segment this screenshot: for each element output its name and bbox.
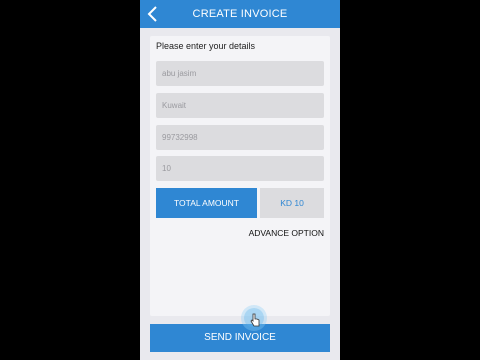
hand-pointer-icon	[249, 313, 261, 327]
amount-field[interactable]: 10	[156, 156, 324, 181]
phone-field[interactable]: 99732998	[156, 125, 324, 150]
name-field[interactable]: abu jasim	[156, 61, 324, 86]
page-title: CREATE INVOICE	[192, 8, 288, 20]
send-invoice-button[interactable]: SEND INVOICE	[150, 324, 330, 352]
total-amount-button[interactable]: TOTAL AMOUNT	[156, 188, 257, 218]
invoice-form-card: Please enter your details abu jasim Kuwa…	[150, 36, 330, 316]
country-field[interactable]: Kuwait	[156, 93, 324, 118]
total-amount-value: KD 10	[260, 188, 324, 218]
app-bar: CREATE INVOICE	[140, 0, 340, 28]
phone-screen: CREATE INVOICE Please enter your details…	[140, 0, 340, 360]
form-heading: Please enter your details	[156, 41, 256, 51]
advance-option-link[interactable]: ADVANCE OPTION	[249, 228, 324, 238]
